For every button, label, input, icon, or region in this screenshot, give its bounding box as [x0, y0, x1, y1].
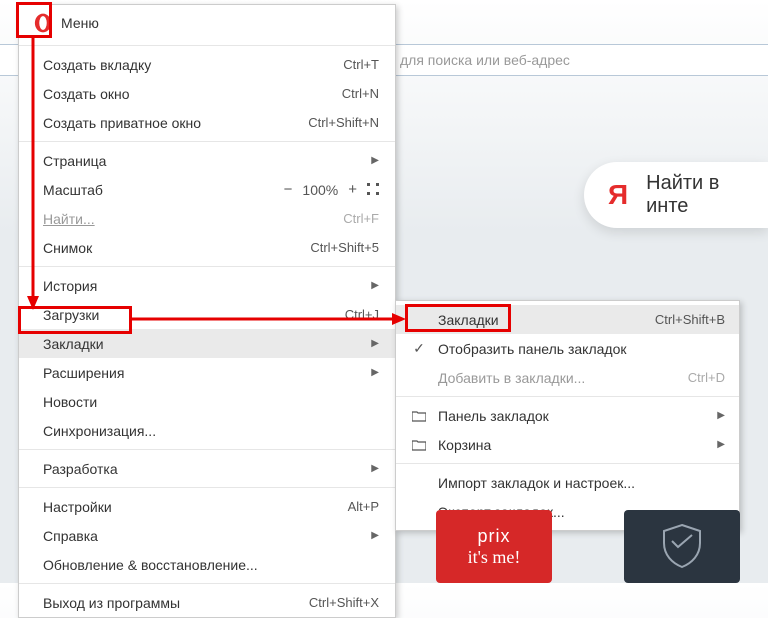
- menu-item-snapshot[interactable]: Снимок Ctrl+Shift+5: [19, 233, 395, 262]
- speed-dial-tile-prix[interactable]: prix it's me!: [436, 510, 552, 583]
- chevron-right-icon: ▶: [371, 280, 379, 291]
- separator: [19, 45, 395, 46]
- menu-item-update[interactable]: Обновление & восстановление...: [19, 550, 395, 579]
- address-bar-placeholder: для поиска или веб-адрес: [400, 52, 570, 68]
- menu-item-zoom[interactable]: Масштаб − 100% +: [19, 175, 395, 204]
- menu-item-extensions[interactable]: Расширения ▶: [19, 358, 395, 387]
- chevron-right-icon: ▶: [371, 155, 379, 166]
- menu-item-settings[interactable]: Настройки Alt+P: [19, 492, 395, 521]
- menu-item-dev[interactable]: Разработка ▶: [19, 454, 395, 483]
- chevron-right-icon: ▶: [371, 338, 379, 349]
- opera-icon: [33, 13, 53, 33]
- menu-item-new-window[interactable]: Создать окно Ctrl+N: [19, 79, 395, 108]
- shield-icon: [658, 521, 706, 572]
- folder-icon: [410, 410, 428, 422]
- separator: [396, 396, 739, 397]
- chevron-right-icon: ▶: [371, 367, 379, 378]
- chevron-right-icon: ▶: [717, 439, 725, 450]
- menu-item-exit[interactable]: Выход из программы Ctrl+Shift+X: [19, 588, 395, 617]
- submenu-item-add: Добавить в закладки... Ctrl+D: [396, 363, 739, 392]
- submenu-item-bar-folder[interactable]: Панель закладок ▶: [396, 401, 739, 430]
- zoom-in-button[interactable]: +: [342, 181, 363, 198]
- menu-item-help[interactable]: Справка ▶: [19, 521, 395, 550]
- main-menu: Меню Создать вкладку Ctrl+T Создать окно…: [18, 4, 396, 618]
- menu-item-sync[interactable]: Синхронизация...: [19, 416, 395, 445]
- separator: [396, 463, 739, 464]
- separator: [19, 583, 395, 584]
- chevron-right-icon: ▶: [717, 410, 725, 421]
- submenu-item-show-bar[interactable]: ✓ Отобразить панель закладок: [396, 334, 739, 363]
- separator: [19, 266, 395, 267]
- yandex-logo: Я: [608, 179, 628, 211]
- submenu-item-trash[interactable]: Корзина ▶: [396, 430, 739, 459]
- menu-item-news[interactable]: Новости: [19, 387, 395, 416]
- menu-item-new-private[interactable]: Создать приватное окно Ctrl+Shift+N: [19, 108, 395, 137]
- menu-item-find: Найти... Ctrl+F: [19, 204, 395, 233]
- speed-dial-tile-shield[interactable]: [624, 510, 740, 583]
- menu-item-page[interactable]: Страница ▶: [19, 146, 395, 175]
- folder-icon: [410, 439, 428, 451]
- menu-title: Меню: [61, 15, 99, 31]
- chevron-right-icon: ▶: [371, 463, 379, 474]
- submenu-item-bookmarks[interactable]: Закладки Ctrl+Shift+B: [396, 305, 739, 334]
- menu-header[interactable]: Меню: [19, 5, 395, 41]
- zoom-value: 100%: [302, 182, 338, 198]
- fullscreen-icon[interactable]: [367, 182, 379, 198]
- yandex-search-text: Найти в инте: [646, 172, 744, 218]
- menu-item-new-tab[interactable]: Создать вкладку Ctrl+T: [19, 50, 395, 79]
- chevron-right-icon: ▶: [371, 530, 379, 541]
- zoom-controls: − 100% +: [278, 181, 379, 198]
- zoom-out-button[interactable]: −: [278, 181, 299, 198]
- menu-item-bookmarks[interactable]: Закладки ▶: [19, 329, 395, 358]
- submenu-item-import[interactable]: Импорт закладок и настроек...: [396, 468, 739, 497]
- separator: [19, 141, 395, 142]
- menu-item-history[interactable]: История ▶: [19, 271, 395, 300]
- separator: [19, 487, 395, 488]
- bookmarks-submenu: Закладки Ctrl+Shift+B ✓ Отобразить панел…: [395, 300, 740, 531]
- menu-item-downloads[interactable]: Загрузки Ctrl+J: [19, 300, 395, 329]
- yandex-search-pill[interactable]: Я Найти в инте: [584, 162, 768, 228]
- check-icon: ✓: [410, 340, 428, 357]
- separator: [19, 449, 395, 450]
